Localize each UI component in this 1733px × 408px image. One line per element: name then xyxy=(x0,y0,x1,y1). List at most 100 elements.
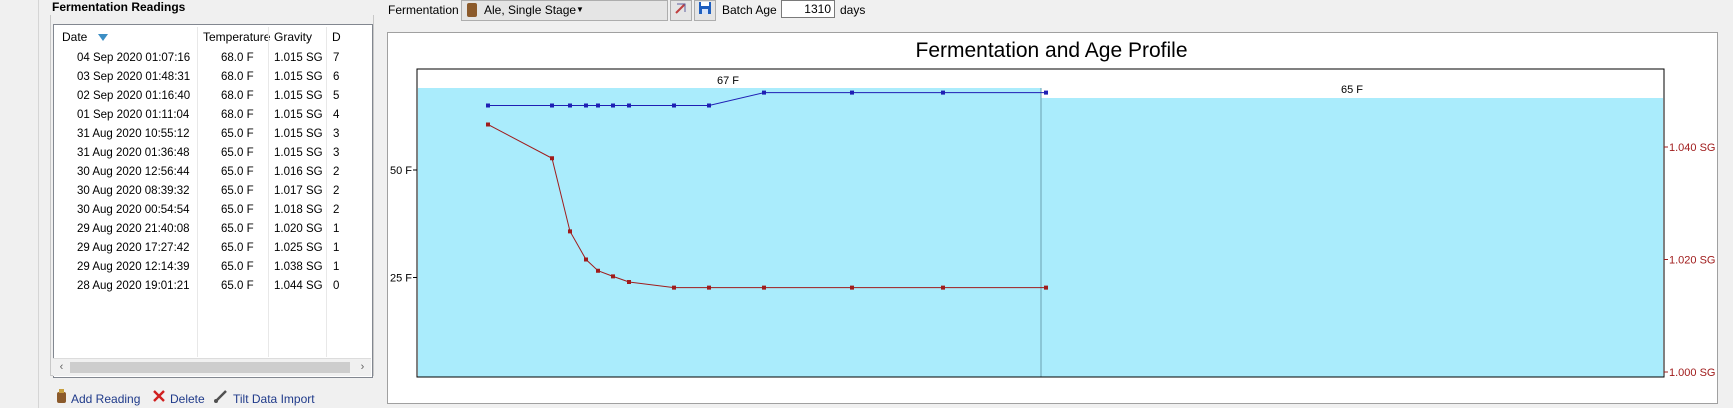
reading-row[interactable]: 04 Sep 2020 01:07:16 68.0 F 1.015 SG 7 xyxy=(54,50,372,69)
reading-date: 30 Aug 2020 12:56:44 xyxy=(77,166,190,178)
reading-row[interactable]: 29 Aug 2020 17:27:42 65.0 F 1.025 SG 1 xyxy=(54,240,372,259)
right-axis-tick-label: 1.020 SG xyxy=(1669,255,1715,267)
save-profile-button[interactable] xyxy=(694,0,716,21)
reading-date: 31 Aug 2020 01:36:48 xyxy=(77,147,190,159)
left-edge-panel xyxy=(0,0,39,408)
reading-temperature: 65.0 F xyxy=(221,280,254,292)
data-point xyxy=(550,103,554,108)
delete-label: Delete xyxy=(170,392,205,406)
reading-row[interactable]: 31 Aug 2020 01:36:48 65.0 F 1.015 SG 3 xyxy=(54,145,372,164)
reading-row[interactable]: 01 Sep 2020 01:11:04 68.0 F 1.015 SG 4 xyxy=(54,107,372,126)
fermentation-profile-dropdown[interactable]: Ale, Single Stage ▼ xyxy=(461,0,668,21)
reading-date: 30 Aug 2020 08:39:32 xyxy=(77,185,190,197)
stage-fill-1 xyxy=(418,88,1041,377)
reading-row[interactable]: 29 Aug 2020 12:14:39 65.0 F 1.038 SG 1 xyxy=(54,259,372,278)
reading-temperature: 68.0 F xyxy=(221,90,254,102)
data-point xyxy=(568,229,572,234)
reading-date: 31 Aug 2020 10:55:12 xyxy=(77,128,190,140)
column-date[interactable]: Date xyxy=(62,30,87,44)
data-point xyxy=(611,274,615,279)
reading-gravity: 1.020 SG xyxy=(274,223,323,235)
data-point xyxy=(672,103,676,108)
reading-gravity: 1.044 SG xyxy=(274,280,323,292)
reading-temperature: 65.0 F xyxy=(221,185,254,197)
reading-temperature: 65.0 F xyxy=(221,223,254,235)
delete-button[interactable]: Delete xyxy=(152,389,205,406)
reading-days: 5 xyxy=(333,90,340,102)
reading-row[interactable]: 28 Aug 2020 19:01:21 65.0 F 1.044 SG 0 xyxy=(54,278,372,297)
right-axis-tick-label: 1.000 SG xyxy=(1669,367,1715,379)
reading-temperature: 65.0 F xyxy=(221,261,254,273)
reading-row[interactable]: 03 Sep 2020 01:48:31 68.0 F 1.015 SG 6 xyxy=(54,69,372,88)
batch-age-field[interactable]: 1310 xyxy=(781,0,835,18)
column-gravity[interactable]: Gravity xyxy=(274,30,312,44)
reading-days: 3 xyxy=(333,147,340,159)
add-reading-button[interactable]: Add Reading xyxy=(56,389,140,406)
reading-gravity: 1.015 SG xyxy=(274,71,323,83)
reading-gravity: 1.016 SG xyxy=(274,166,323,178)
reading-row[interactable]: 30 Aug 2020 08:39:32 65.0 F 1.017 SG 2 xyxy=(54,183,372,202)
scrollbar-thumb[interactable] xyxy=(70,362,350,373)
scroll-left-icon[interactable]: ‹ xyxy=(53,359,70,376)
reading-days: 2 xyxy=(333,185,340,197)
data-point xyxy=(850,90,854,95)
save-icon xyxy=(698,2,712,18)
readings-list-header: Date Temperature Gravity D xyxy=(54,25,372,47)
reading-row[interactable]: 29 Aug 2020 21:40:08 65.0 F 1.020 SG 1 xyxy=(54,221,372,240)
horizontal-scrollbar[interactable]: ‹ › xyxy=(53,358,371,376)
readings-panel-title: Fermentation Readings xyxy=(52,0,186,14)
data-point xyxy=(707,285,711,290)
add-reading-label: Add Reading xyxy=(71,392,141,406)
data-point xyxy=(762,285,766,290)
reading-temperature: 68.0 F xyxy=(221,52,254,64)
stage-label: 65 F xyxy=(1341,84,1363,96)
reading-row[interactable]: 30 Aug 2020 00:54:54 65.0 F 1.018 SG 2 xyxy=(54,202,372,221)
reading-row[interactable]: 31 Aug 2020 10:55:12 65.0 F 1.015 SG 3 xyxy=(54,126,372,145)
reading-row[interactable]: 02 Sep 2020 01:16:40 68.0 F 1.015 SG 5 xyxy=(54,88,372,107)
reading-gravity: 1.018 SG xyxy=(274,204,323,216)
stage-fill-2 xyxy=(1041,98,1663,377)
reading-days: 6 xyxy=(333,71,340,83)
reading-date: 03 Sep 2020 01:48:31 xyxy=(77,71,191,83)
tilt-import-button[interactable]: Tilt Data Import xyxy=(213,389,315,406)
reading-date: 01 Sep 2020 01:11:04 xyxy=(77,109,190,121)
data-point xyxy=(1044,285,1048,290)
scroll-right-icon[interactable]: › xyxy=(354,359,371,376)
reading-date: 02 Sep 2020 01:16:40 xyxy=(77,90,191,102)
reading-gravity: 1.015 SG xyxy=(274,90,323,102)
data-point xyxy=(596,103,600,108)
data-point xyxy=(627,103,631,108)
reading-days: 1 xyxy=(333,261,340,273)
left-axis-tick-label: 25 F xyxy=(390,273,412,285)
hydrometer-icon xyxy=(213,389,229,406)
stage-label: 67 F xyxy=(717,75,739,87)
reading-row[interactable]: 30 Aug 2020 12:56:44 65.0 F 1.016 SG 2 xyxy=(54,164,372,183)
reading-days: 1 xyxy=(333,223,340,235)
readings-list[interactable]: Date Temperature Gravity D 04 Sep 2020 0… xyxy=(53,24,373,378)
reading-gravity: 1.015 SG xyxy=(274,128,323,140)
data-point xyxy=(1044,90,1048,95)
reading-days: 4 xyxy=(333,109,340,121)
reading-date: 04 Sep 2020 01:07:16 xyxy=(77,52,191,64)
data-point xyxy=(486,122,490,127)
fermentation-profile-chart: 67 F 65 F 50 F 25 F 1.040 SG 1.020 SG 1.000 SG xyxy=(390,68,1715,379)
data-point xyxy=(672,285,676,290)
edit-profile-icon xyxy=(674,3,688,18)
edit-profile-button[interactable] xyxy=(670,0,692,21)
reading-days: 3 xyxy=(333,128,340,140)
column-days[interactable]: D xyxy=(332,30,341,44)
fermentation-label: Fermentation xyxy=(388,3,459,17)
reading-gravity: 1.025 SG xyxy=(274,242,323,254)
data-point xyxy=(486,103,490,108)
sort-descending-icon xyxy=(98,31,108,45)
reading-days: 1 xyxy=(333,242,340,254)
reading-gravity: 1.038 SG xyxy=(274,261,323,273)
reading-temperature: 68.0 F xyxy=(221,71,254,83)
reading-temperature: 65.0 F xyxy=(221,128,254,140)
tilt-import-label: Tilt Data Import xyxy=(233,392,315,406)
fermenter-icon xyxy=(467,3,477,17)
column-temperature[interactable]: Temperature xyxy=(203,30,270,44)
reading-gravity: 1.015 SG xyxy=(274,109,323,121)
data-point xyxy=(596,268,600,273)
batch-age-label: Batch Age xyxy=(722,3,777,17)
